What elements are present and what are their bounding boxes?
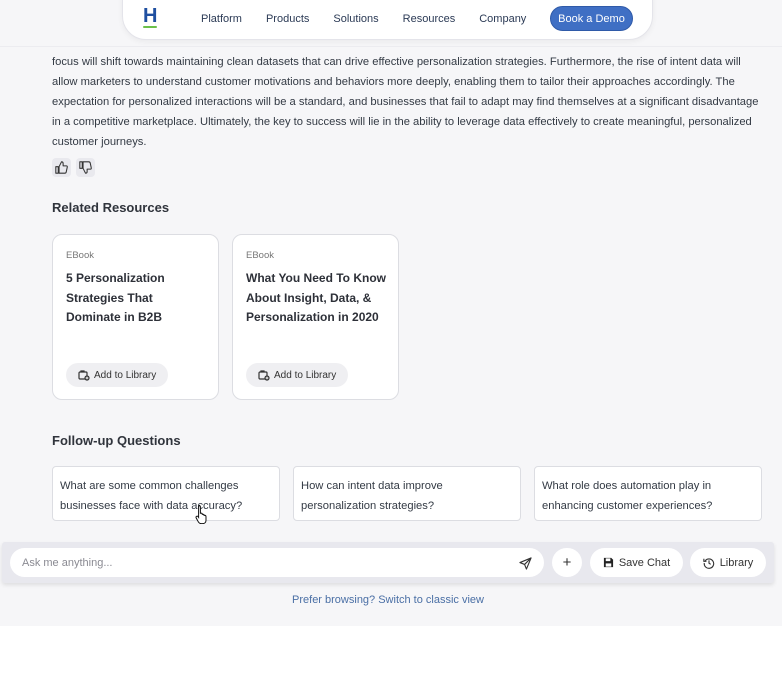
- thumbs-down-button[interactable]: [76, 158, 95, 177]
- add-to-library-label: Add to Library: [94, 369, 157, 381]
- book-demo-button[interactable]: Book a Demo: [550, 6, 633, 31]
- nav-divider: [0, 46, 782, 47]
- nav-links: Platform Products Solutions Resources Co…: [201, 13, 550, 25]
- send-button[interactable]: [516, 554, 534, 572]
- resource-title[interactable]: 5 Personalization Strategies That Domina…: [66, 269, 208, 328]
- nav-link-products[interactable]: Products: [266, 13, 309, 25]
- feedback-buttons: [52, 158, 95, 177]
- add-to-library-label: Add to Library: [274, 369, 337, 381]
- add-to-library-button[interactable]: Add to Library: [66, 363, 169, 387]
- thumbs-up-button[interactable]: [52, 158, 71, 177]
- ask-input[interactable]: [10, 548, 544, 577]
- send-icon: [518, 556, 532, 570]
- history-icon: [702, 557, 714, 569]
- resource-type: EBook: [66, 250, 94, 261]
- nav-link-company[interactable]: Company: [479, 13, 526, 25]
- follow-up-question[interactable]: What are some common challenges business…: [52, 466, 280, 521]
- top-navbar: H Platform Products Solutions Resources …: [122, 0, 653, 40]
- nav-link-resources[interactable]: Resources: [403, 13, 456, 25]
- save-chat-label: Save Chat: [618, 556, 671, 569]
- brand-logo-mark: [143, 26, 157, 28]
- follow-up-question[interactable]: How can intent data improve personalizat…: [293, 466, 521, 521]
- save-icon: [603, 557, 613, 568]
- chat-bar: + Save Chat Library: [2, 542, 774, 583]
- add-to-library-button[interactable]: Add to Library: [246, 363, 349, 387]
- follow-up-heading: Follow-up Questions: [52, 433, 181, 448]
- hand-cursor-icon: [195, 505, 207, 524]
- nav-link-platform[interactable]: Platform: [201, 13, 242, 25]
- resource-type: EBook: [246, 250, 274, 261]
- follow-up-question[interactable]: What role does automation play in enhanc…: [534, 466, 762, 521]
- resource-card[interactable]: EBook 5 Personalization Strategies That …: [52, 234, 219, 400]
- resource-title[interactable]: What You Need To Know About Insight, Dat…: [246, 269, 388, 328]
- thumbs-up-icon: [55, 161, 68, 174]
- save-chat-button[interactable]: Save Chat: [590, 548, 683, 577]
- library-button[interactable]: Library: [690, 548, 766, 577]
- library-add-icon: [258, 369, 270, 381]
- bottom-area: [0, 626, 782, 691]
- classic-view-link[interactable]: Prefer browsing? Switch to classic view: [0, 594, 776, 606]
- nav-link-solutions[interactable]: Solutions: [333, 13, 378, 25]
- add-button[interactable]: +: [552, 548, 582, 577]
- resource-card[interactable]: EBook What You Need To Know About Insigh…: [232, 234, 399, 400]
- thumbs-down-icon: [79, 161, 92, 174]
- answer-text: focus will shift towards maintaining cle…: [52, 56, 759, 148]
- library-add-icon: [78, 369, 90, 381]
- library-label: Library: [719, 556, 754, 569]
- related-resources-heading: Related Resources: [52, 200, 170, 215]
